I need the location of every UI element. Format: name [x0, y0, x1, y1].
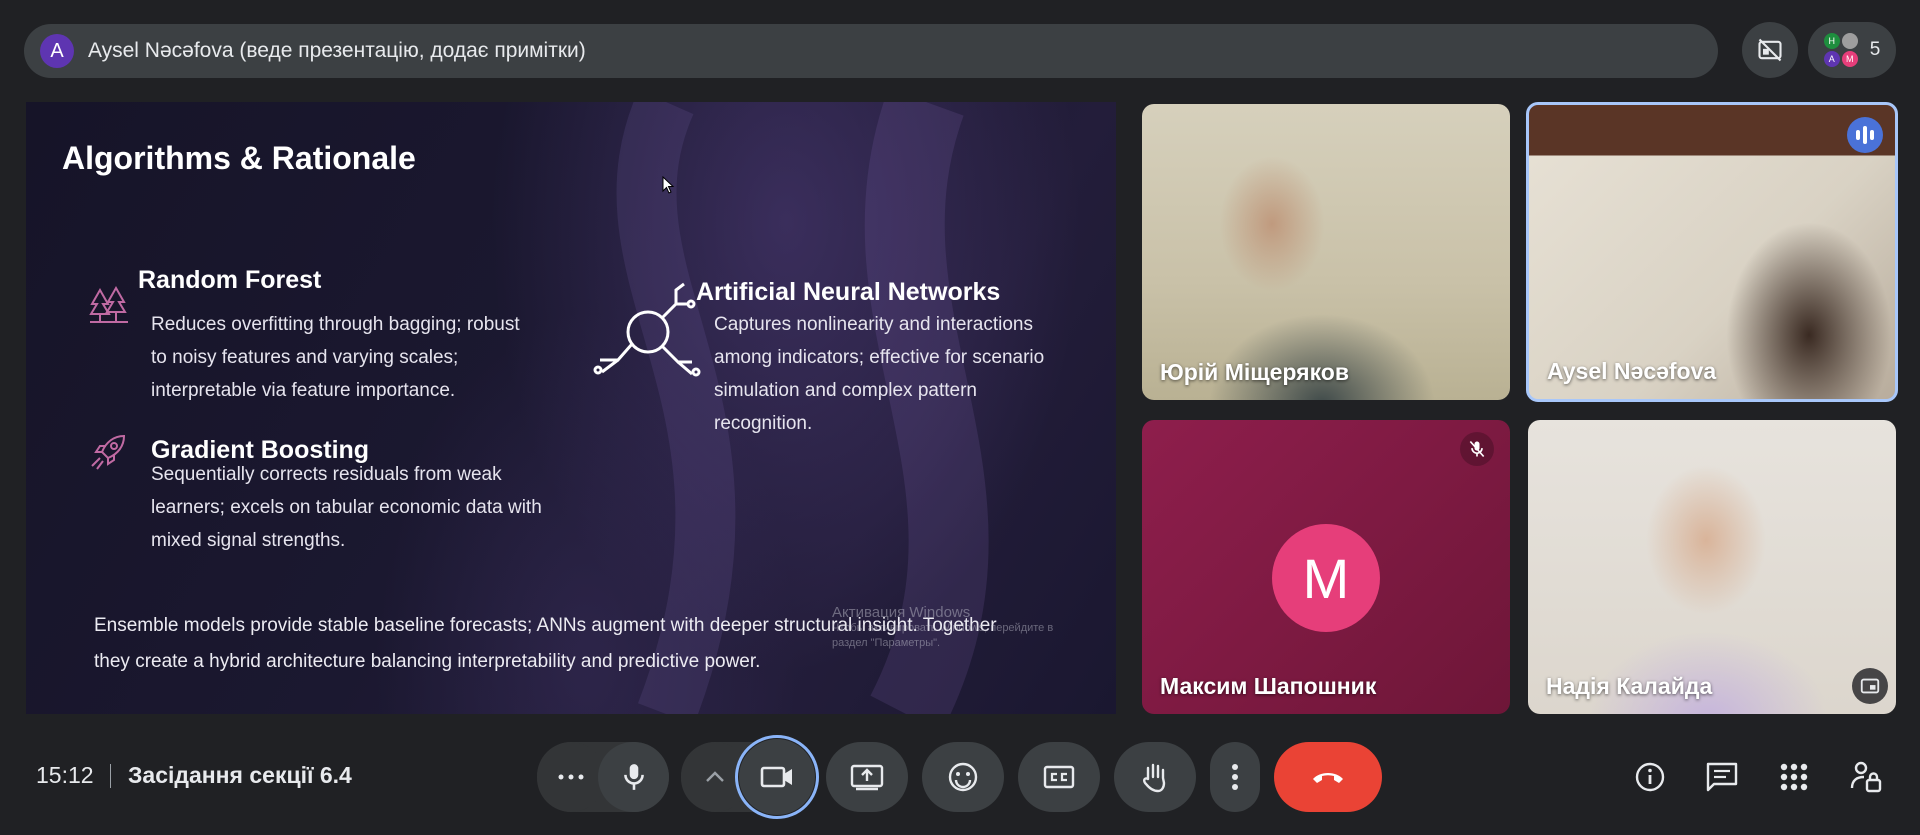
more-dots-icon	[558, 774, 584, 780]
emoji-icon	[948, 762, 978, 792]
activities-button[interactable]	[1774, 757, 1814, 797]
divider	[110, 764, 111, 788]
participant-avatar: M	[1272, 524, 1380, 632]
more-vert-icon	[1232, 764, 1238, 790]
host-controls-button[interactable]	[1846, 757, 1886, 797]
participant-count: 5	[1869, 39, 1881, 60]
watermark-line: Чтобы активировать Windows, перейдите в	[832, 622, 1054, 634]
host-controls-lock-icon	[1850, 761, 1882, 793]
body-line: among indicators; effective for scenario	[714, 347, 1045, 368]
meeting-details-button[interactable]	[1630, 757, 1670, 797]
mini-avatar: A	[1823, 51, 1840, 67]
hide-self-view-button[interactable]	[1742, 22, 1798, 78]
captions-button[interactable]	[1018, 742, 1100, 812]
body-line: Sequentially corrects residuals from wea…	[151, 464, 502, 485]
section-body-neural-networks: Captures nonlinearity and interactions a…	[714, 308, 1044, 440]
presenter-label: Aysel Nəcəfova (веде презентацію, додає …	[88, 39, 586, 62]
participant-name: Максим Шапошник	[1160, 673, 1377, 699]
presenter-banner: A Aysel Nəcəfova (веде презентацію, дода…	[24, 24, 1718, 78]
raise-hand-button[interactable]	[1114, 742, 1196, 812]
participant-mini-avatars: H A M	[1823, 33, 1858, 67]
participant-tile[interactable]: M Максим Шапошник	[1142, 420, 1510, 714]
participant-name: Aysel Nəcəfova	[1547, 358, 1717, 384]
presenter-avatar: A	[40, 34, 74, 68]
body-line: recognition.	[714, 413, 813, 434]
neural-network-icon	[593, 282, 701, 377]
hang-up-icon	[1313, 773, 1343, 783]
apps-grid-icon	[1780, 763, 1808, 791]
body-line: interpretable via feature importance.	[151, 380, 456, 401]
watermark-line: Активация Windows	[832, 604, 971, 621]
body-line: to noisy features and varying scales;	[151, 347, 459, 368]
section-heading-random-forest: Random Forest	[138, 266, 322, 294]
audio-options-button[interactable]	[537, 742, 605, 812]
raise-hand-icon	[1143, 763, 1166, 793]
chat-icon	[1706, 762, 1738, 792]
chevron-up-icon	[706, 771, 724, 782]
section-heading-neural-networks: Artificial Neural Networks	[696, 278, 1001, 306]
slide-title: Algorithms & Rationale	[62, 140, 416, 176]
info-icon	[1635, 762, 1665, 792]
picture-in-picture-icon[interactable]	[1852, 668, 1888, 704]
speaking-indicator-icon	[1847, 117, 1883, 153]
microphone-icon	[623, 764, 644, 790]
presentation-slide: Algorithms & Rationale Random Forest Red…	[26, 102, 1116, 714]
mini-avatar: H	[1823, 33, 1840, 49]
tree-icon	[89, 285, 128, 323]
present-screen-button[interactable]	[826, 742, 908, 812]
people-button[interactable]: H A M 5	[1808, 22, 1896, 78]
body-line: learners; excels on tabular economic dat…	[151, 497, 542, 518]
present-screen-icon	[850, 764, 884, 791]
mouse-cursor-icon	[662, 176, 675, 194]
body-line: mixed signal strengths.	[151, 530, 346, 551]
participant-tile-self[interactable]: Надія Калайда	[1528, 420, 1896, 714]
body-line: Reduces overfitting through bagging; rob…	[151, 314, 520, 335]
meeting-title: Засідання секції 6.4	[128, 762, 352, 788]
chat-button[interactable]	[1702, 757, 1742, 797]
body-line: simulation and complex pattern	[714, 380, 977, 401]
more-options-button[interactable]	[1210, 742, 1260, 812]
windows-activation-watermark: Активация Windows Чтобы активировать Win…	[832, 604, 1053, 651]
participant-tile[interactable]: Юрій Міщеряков	[1142, 104, 1510, 400]
captions-icon	[1043, 765, 1075, 789]
participant-name: Надія Калайда	[1546, 673, 1713, 699]
participant-name: Юрій Міщеряков	[1160, 359, 1349, 385]
hide-self-view-icon	[1758, 38, 1782, 62]
camera-icon	[760, 766, 792, 788]
meeting-clock: 15:12	[36, 762, 94, 788]
camera-button[interactable]	[735, 735, 819, 819]
rocket-icon	[91, 434, 126, 470]
body-line: Captures nonlinearity and interactions	[714, 314, 1033, 335]
mini-avatar: M	[1841, 51, 1858, 67]
reactions-button[interactable]	[922, 742, 1004, 812]
microphone-button[interactable]	[598, 742, 669, 812]
leave-call-button[interactable]	[1274, 742, 1382, 812]
mic-muted-icon	[1460, 432, 1494, 466]
watermark-line: раздел "Параметры".	[832, 637, 941, 649]
participant-tile-active-speaker[interactable]: Aysel Nəcəfova	[1526, 102, 1898, 402]
mini-avatar-photo	[1841, 33, 1858, 49]
section-body-random-forest: Reduces overfitting through bagging; rob…	[151, 308, 520, 407]
section-body-gradient-boosting: Sequentially corrects residuals from wea…	[151, 458, 542, 557]
